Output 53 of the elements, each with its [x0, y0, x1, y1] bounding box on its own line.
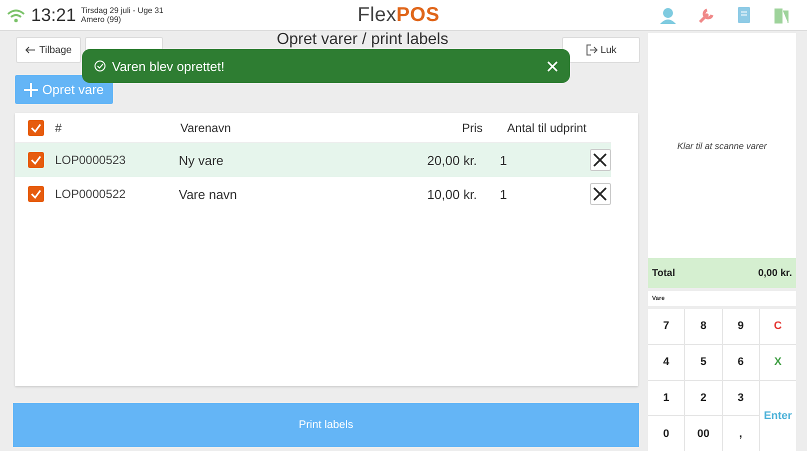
column-header: #: [55, 120, 63, 134]
toast-message: Varen blev oprettet!: [112, 58, 226, 74]
checkbox[interactable]: [28, 186, 44, 202]
wrench-icon[interactable]: [697, 6, 715, 24]
column-header: Antal til udprint: [506, 120, 588, 134]
scan-message: Klar til at scanne varer: [677, 140, 767, 150]
keypad-key[interactable]: 4: [648, 344, 684, 380]
back-arrow-icon: [25, 46, 36, 54]
keypad-key[interactable]: C: [760, 309, 796, 344]
remove-button[interactable]: [590, 183, 611, 205]
keypad-key[interactable]: 6: [722, 344, 759, 380]
checkbox[interactable]: [28, 152, 44, 168]
keypad-key[interactable]: 1: [648, 380, 684, 416]
checkbox[interactable]: [28, 120, 44, 136]
table-cell-text: Ny vare: [178, 152, 225, 168]
column-header: Varenavn: [180, 120, 232, 134]
table-cell-text: Vare navn: [178, 186, 238, 202]
keypad-key[interactable]: 8: [685, 309, 722, 344]
back-button[interactable]: Tilbage: [16, 37, 81, 63]
exit-icon: [585, 43, 598, 57]
keypad-key[interactable]: 5: [685, 344, 722, 380]
page-title: Opret varer / print labels: [276, 31, 450, 48]
keypad-key[interactable]: 9: [722, 309, 759, 344]
table-cell-text: LOP0000522: [55, 187, 127, 201]
wifi-icon: [6, 8, 26, 22]
table-cell-text: 1: [498, 186, 508, 202]
total-value: 0,00 kr.: [758, 268, 792, 278]
total-label: Total: [652, 268, 676, 278]
plus-icon: [24, 82, 38, 96]
close-icon[interactable]: [547, 60, 558, 72]
clock-time: 13:21: [31, 4, 76, 26]
date-text: Tirsdag 29 juli - Uge 31: [81, 6, 164, 15]
keypad-key[interactable]: 2: [685, 380, 722, 416]
keypad-key[interactable]: 7: [648, 309, 684, 344]
app-logo: FlexPOS: [357, 4, 440, 26]
check-circle-icon: [94, 60, 106, 72]
close-icon: [593, 187, 608, 201]
table-cell-text: 1: [498, 152, 508, 168]
table-cell-text: LOP0000523: [55, 153, 127, 167]
keypad-key[interactable]: ,: [722, 416, 759, 451]
user-text: Amero (99): [81, 15, 122, 24]
table-row[interactable]: LOP0000522 Vare navn 10,00 kr. 1: [15, 177, 611, 211]
keypad-key[interactable]: 0: [648, 416, 684, 451]
support-icon[interactable]: [659, 6, 677, 24]
column-header: Pris: [461, 120, 483, 134]
keypad-key[interactable]: 3: [722, 380, 759, 416]
remove-button[interactable]: [590, 149, 611, 171]
table-cell-text: 20,00 kr.: [426, 152, 478, 168]
close-icon: [593, 153, 608, 167]
keypad-key[interactable]: 00: [685, 416, 722, 451]
close-button[interactable]: Luk: [562, 37, 640, 63]
table-row[interactable]: LOP0000523 Ny vare 20,00 kr. 1: [15, 143, 611, 177]
table-cell-text: 10,00 kr.: [426, 186, 478, 202]
